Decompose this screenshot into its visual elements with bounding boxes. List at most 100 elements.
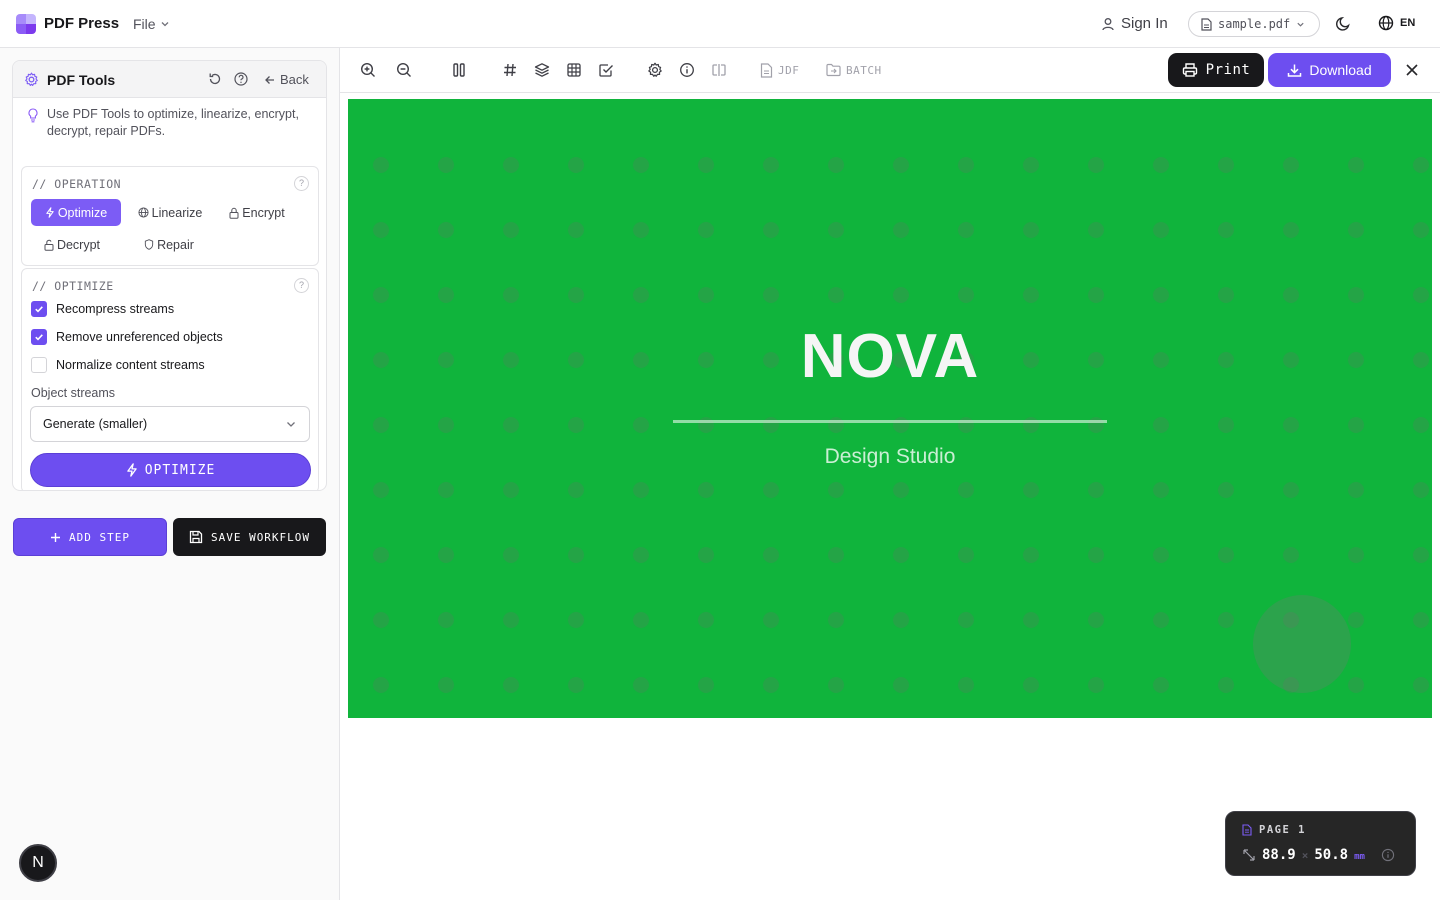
add-step-button[interactable]: ADD STEP <box>13 518 167 556</box>
file-selector[interactable]: sample.pdf <box>1188 11 1320 37</box>
pattern-dot <box>1218 157 1234 173</box>
page-label-row: PAGE 1 <box>1242 824 1306 836</box>
pattern-dot <box>633 547 649 563</box>
toolbar: JDF BATCH Print Download <box>340 48 1440 93</box>
printer-icon <box>1182 63 1197 77</box>
pattern-dot <box>373 222 389 238</box>
checklist-button[interactable] <box>598 62 614 78</box>
batch-button[interactable]: BATCH <box>826 63 882 77</box>
pattern-dot <box>1413 482 1429 498</box>
op-linearize-button[interactable]: Linearize <box>128 199 212 226</box>
page-numbers-button[interactable] <box>502 62 518 78</box>
theme-toggle[interactable] <box>1335 15 1352 32</box>
batch-label: BATCH <box>846 63 882 77</box>
option-normalize-content[interactable]: Normalize content streams <box>31 357 205 373</box>
page-info-button[interactable] <box>1381 848 1395 862</box>
optimize-help-icon[interactable]: ? <box>294 278 309 293</box>
pattern-dot <box>1413 287 1429 303</box>
pattern-dot <box>373 417 389 433</box>
pattern-dot <box>373 482 389 498</box>
file-menu-label: File <box>133 16 156 32</box>
app-header: PDF Press File Sign In sample.pdf EN <box>0 0 1440 48</box>
print-button[interactable]: Print <box>1168 53 1264 87</box>
pattern-dot <box>958 157 974 173</box>
chevron-down-icon <box>1297 22 1304 27</box>
pdf-page-canvas[interactable]: NOVA Design Studio <box>348 99 1432 718</box>
pattern-dot <box>633 677 649 693</box>
help-circle-icon <box>234 72 248 86</box>
option-recompress-streams[interactable]: Recompress streams <box>31 301 174 317</box>
checkbox-checked[interactable] <box>31 329 47 345</box>
close-button[interactable] <box>1405 63 1419 77</box>
save-workflow-button[interactable]: SAVE WORKFLOW <box>173 518 326 556</box>
pattern-dot <box>1348 482 1364 498</box>
shield-icon <box>144 239 154 250</box>
op-encrypt-button[interactable]: Encrypt <box>220 199 294 226</box>
framework-badge[interactable]: N <box>19 844 57 882</box>
sign-in-button[interactable]: Sign In <box>1101 15 1168 32</box>
op-repair-button[interactable]: Repair <box>129 231 209 258</box>
download-button[interactable]: Download <box>1268 53 1391 87</box>
pattern-dot <box>1413 612 1429 628</box>
pattern-dot <box>373 547 389 563</box>
help-button[interactable] <box>234 72 248 86</box>
lock-icon <box>229 207 239 219</box>
pattern-dot <box>1023 482 1039 498</box>
zoom-out-button[interactable] <box>396 62 412 78</box>
checkbox-checked[interactable] <box>31 301 47 317</box>
pattern-dot <box>1283 287 1299 303</box>
pattern-dot <box>1023 677 1039 693</box>
download-label: Download <box>1309 62 1372 78</box>
op-decrypt-button[interactable]: Decrypt <box>31 231 113 258</box>
zoom-out-icon <box>396 62 411 77</box>
op-optimize-label: Optimize <box>57 205 108 220</box>
pattern-dot <box>1218 417 1234 433</box>
moon-icon <box>1336 17 1350 31</box>
settings-button[interactable] <box>647 62 663 78</box>
option-remove-unreferenced[interactable]: Remove unreferenced objects <box>31 329 223 345</box>
language-selector[interactable]: EN <box>1378 15 1415 31</box>
run-optimize-button[interactable]: OPTIMIZE <box>30 453 311 487</box>
columns-button[interactable] <box>451 62 467 78</box>
pattern-dot <box>568 222 584 238</box>
arrow-left-icon <box>265 75 274 84</box>
info-button[interactable] <box>679 62 695 78</box>
object-streams-select[interactable]: Generate (smaller) <box>30 406 310 442</box>
pattern-dot <box>1088 222 1104 238</box>
zoom-in-button[interactable] <box>360 62 376 78</box>
add-step-label: ADD STEP <box>69 530 130 544</box>
bolt-icon <box>46 207 54 218</box>
pattern-dot <box>503 222 519 238</box>
pattern-dot <box>958 482 974 498</box>
reset-button[interactable] <box>208 72 222 86</box>
pattern-dot <box>1218 222 1234 238</box>
layers-button[interactable] <box>534 62 550 78</box>
checkbox-unchecked[interactable] <box>31 357 47 373</box>
pattern-dot <box>763 482 779 498</box>
pattern-dot <box>1153 677 1169 693</box>
decorative-circle <box>1253 595 1351 693</box>
pattern-dot <box>828 287 844 303</box>
pattern-dot <box>698 157 714 173</box>
object-streams-label: Object streams <box>31 386 116 400</box>
pattern-dot <box>1153 157 1169 173</box>
grid-button[interactable] <box>566 62 582 78</box>
pattern-dot <box>438 482 454 498</box>
run-optimize-label: OPTIMIZE <box>144 462 216 478</box>
reset-icon <box>209 73 221 85</box>
compare-button[interactable] <box>711 62 727 78</box>
op-optimize-button[interactable]: Optimize <box>31 199 121 226</box>
bolt-icon <box>126 463 137 477</box>
pattern-dot <box>958 287 974 303</box>
pattern-dot <box>503 547 519 563</box>
jdf-button[interactable]: JDF <box>760 63 799 78</box>
main-area: JDF BATCH Print Download NOVA Design Stu… <box>340 48 1440 900</box>
page-dimensions: 88.9 × 50.8 mm <box>1242 847 1365 863</box>
back-button[interactable]: Back <box>264 72 309 87</box>
save-workflow-label: SAVE WORKFLOW <box>210 530 311 544</box>
operation-help-icon[interactable]: ? <box>294 176 309 191</box>
pattern-dot <box>503 482 519 498</box>
check-icon <box>35 306 43 313</box>
pattern-dot <box>763 547 779 563</box>
file-menu[interactable]: File <box>133 16 170 32</box>
